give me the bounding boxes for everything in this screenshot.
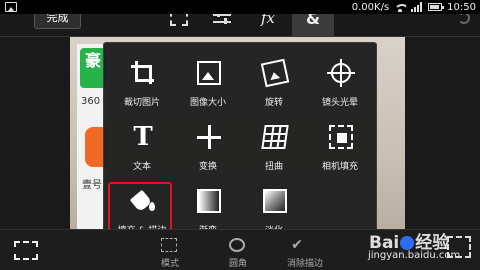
- menu-item-label: 旋转: [264, 98, 283, 108]
- menu-item-label: 裁切图片: [123, 98, 160, 108]
- mode-button-label[interactable]: 模式: [161, 256, 179, 269]
- menu-item-label: 变换: [198, 162, 217, 172]
- gradient-icon: [197, 189, 221, 213]
- clock: 10:50: [447, 1, 476, 13]
- menu-item-image-size[interactable]: 图像大小: [175, 55, 241, 115]
- menu-item-camera-fill[interactable]: 相机填充: [307, 119, 373, 179]
- menu-item-label: 镜头光晕: [321, 98, 358, 108]
- warp-icon: [261, 125, 289, 149]
- expand-selection-icon[interactable]: [447, 236, 471, 258]
- baidu-paw-icon: [400, 236, 415, 250]
- menu-item-lens-flare[interactable]: 镜头光晕: [307, 55, 373, 115]
- selection-tool-icon[interactable]: [14, 241, 38, 260]
- image-size-icon: [197, 61, 221, 85]
- menu-item-label: 相机填充: [321, 162, 358, 172]
- tools-popup-menu: 裁切图片 图像大小 旋转 镜头光晕 T 文本 变换 扭曲 相机填充 填充 & 描…: [103, 42, 377, 240]
- menu-item-crop[interactable]: 裁切图片: [109, 55, 175, 115]
- photo-app-label: 壹号: [82, 180, 102, 191]
- lens-flare-icon: [327, 59, 355, 87]
- menu-item-transform[interactable]: 变换: [175, 119, 241, 179]
- mode-icon[interactable]: [161, 238, 177, 252]
- menu-item-label: 文本: [132, 162, 151, 172]
- photo-app-label: 360: [81, 96, 101, 107]
- status-bar: 0.00K/s 10:50: [0, 0, 480, 14]
- menu-item-text[interactable]: T 文本: [109, 119, 175, 179]
- network-speed: 0.00K/s: [351, 1, 390, 13]
- fade-icon: [263, 189, 287, 213]
- menu-item-label: 扭曲: [264, 162, 283, 172]
- round-button-label[interactable]: 圆角: [229, 256, 247, 269]
- menu-item-warp[interactable]: 扭曲: [241, 119, 307, 179]
- check-icon[interactable]: ✔: [289, 238, 305, 252]
- wifi-icon: [394, 3, 407, 12]
- camera-fill-icon: [329, 125, 353, 149]
- erase-stroke-label[interactable]: 消除描边: [287, 256, 323, 269]
- text-icon: T: [133, 122, 153, 152]
- battery-icon: [428, 3, 445, 11]
- round-corner-icon[interactable]: [229, 238, 245, 252]
- crop-icon: [131, 61, 155, 85]
- gallery-notification-icon: [5, 2, 17, 12]
- menu-item-rotate[interactable]: 旋转: [241, 55, 307, 115]
- transform-icon: [197, 125, 221, 149]
- rotate-icon: [260, 58, 290, 88]
- menu-item-label: 图像大小: [189, 98, 226, 108]
- signal-icon: [411, 2, 423, 12]
